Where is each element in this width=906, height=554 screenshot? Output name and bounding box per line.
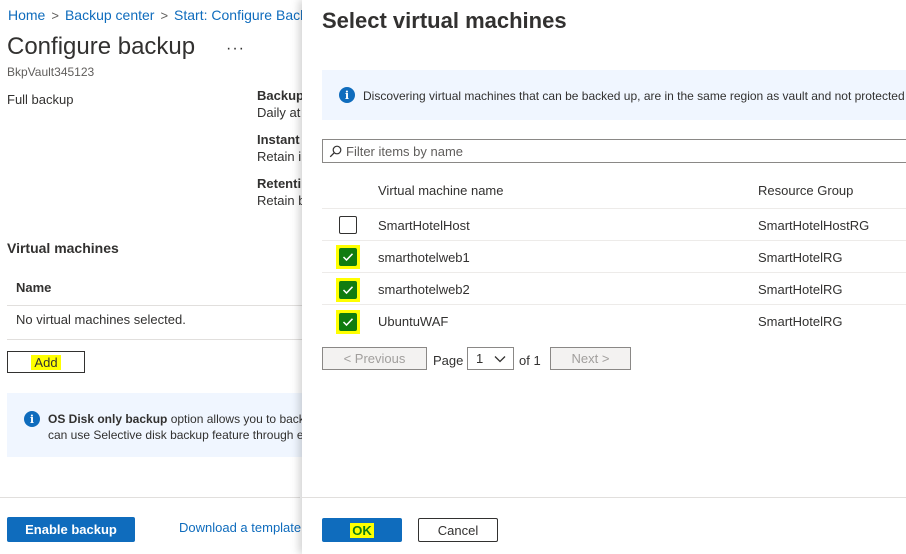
column-header-vm-name[interactable]: Virtual machine name	[378, 183, 504, 198]
summary-retention-value: Retain b	[257, 193, 306, 208]
summary-instant-value: Retain in	[257, 149, 309, 164]
previous-page-button[interactable]: < Previous	[322, 347, 427, 370]
search-icon	[329, 145, 342, 157]
resource-group-cell: SmartHotelRG	[758, 250, 843, 265]
chevron-down-icon	[494, 356, 506, 363]
download-template-link[interactable]: Download a template	[179, 520, 301, 535]
divider	[302, 497, 906, 498]
row-checkbox[interactable]	[336, 310, 360, 334]
cancel-button[interactable]: Cancel	[418, 518, 498, 542]
add-button-label: Add	[31, 354, 61, 370]
vm-name-cell: smarthotelweb2	[378, 282, 470, 297]
row-checkbox[interactable]	[336, 213, 360, 237]
checkmark-icon	[339, 248, 357, 266]
page-select[interactable]: 1	[467, 347, 514, 370]
divider	[7, 339, 302, 340]
checkmark-icon	[339, 313, 357, 331]
resource-group-cell: SmartHotelRG	[758, 282, 843, 297]
chevron-right-icon: >	[51, 8, 59, 23]
column-header-resource-group[interactable]: Resource Group	[758, 183, 853, 198]
discovery-info-text: Discovering virtual machines that can be…	[363, 89, 905, 103]
info-icon: i	[339, 87, 355, 103]
checkmark-icon	[339, 281, 357, 299]
summary-retention-heading: Retenti	[257, 176, 302, 191]
breadcrumb-backup-center[interactable]: Backup center	[65, 7, 155, 23]
vm-section-title: Virtual machines	[7, 240, 119, 256]
vm-name-cell: UbuntuWAF	[378, 314, 449, 329]
vm-table-header-name: Name	[16, 280, 52, 295]
summary-instant-heading: Instant	[257, 132, 300, 147]
page-title: Configure backup	[7, 33, 196, 60]
more-options-icon[interactable]: ···	[226, 40, 245, 58]
filter-box[interactable]	[322, 139, 906, 163]
row-checkbox[interactable]	[336, 278, 360, 302]
divider	[322, 272, 906, 273]
page-select-value: 1	[476, 351, 484, 366]
blade-title: Select virtual machines	[322, 8, 567, 33]
policy-name: Full backup	[7, 92, 74, 107]
ok-button-label: OK	[350, 522, 374, 538]
summary-backup-heading: Backup	[257, 88, 304, 103]
vault-name: BkpVault345123	[7, 65, 95, 79]
chevron-right-icon: >	[160, 8, 169, 23]
info-text-line2: can use Selective disk backup feature th…	[48, 428, 304, 442]
vm-empty-text: No virtual machines selected.	[16, 312, 186, 327]
summary-backup-value: Daily at	[257, 105, 301, 120]
divider	[322, 208, 906, 209]
vm-name-cell: SmartHotelHost	[378, 218, 470, 233]
checkbox-unchecked	[339, 216, 357, 234]
filter-input[interactable]	[342, 143, 866, 159]
info-banner-text: OS Disk only backup option allows you to…	[48, 411, 305, 443]
divider	[7, 305, 302, 306]
add-button[interactable]: Add	[7, 351, 85, 373]
info-text-line1: option allows you to back	[167, 412, 305, 426]
ok-button[interactable]: OK	[322, 518, 402, 542]
breadcrumb-home[interactable]: Home	[8, 7, 45, 23]
enable-backup-button[interactable]: Enable backup	[7, 517, 135, 542]
breadcrumb: Home > Backup center > Start: Configure Back	[8, 7, 307, 23]
breadcrumb-configure[interactable]: Start: Configure Back	[174, 7, 307, 23]
divider	[322, 304, 906, 305]
divider	[0, 497, 300, 498]
row-checkbox[interactable]	[336, 245, 360, 269]
info-bold-text: OS Disk only backup	[48, 412, 168, 426]
info-icon: i	[24, 411, 40, 427]
page-label: Page	[433, 353, 464, 368]
page-count-label: of 1	[519, 353, 541, 368]
resource-group-cell: SmartHotelRG	[758, 314, 843, 329]
divider	[322, 240, 906, 241]
resource-group-cell: SmartHotelHostRG	[758, 218, 870, 233]
vm-name-cell: smarthotelweb1	[378, 250, 470, 265]
select-vm-blade: Select virtual machines i Discovering vi…	[302, 0, 906, 554]
next-page-button[interactable]: Next >	[550, 347, 631, 370]
